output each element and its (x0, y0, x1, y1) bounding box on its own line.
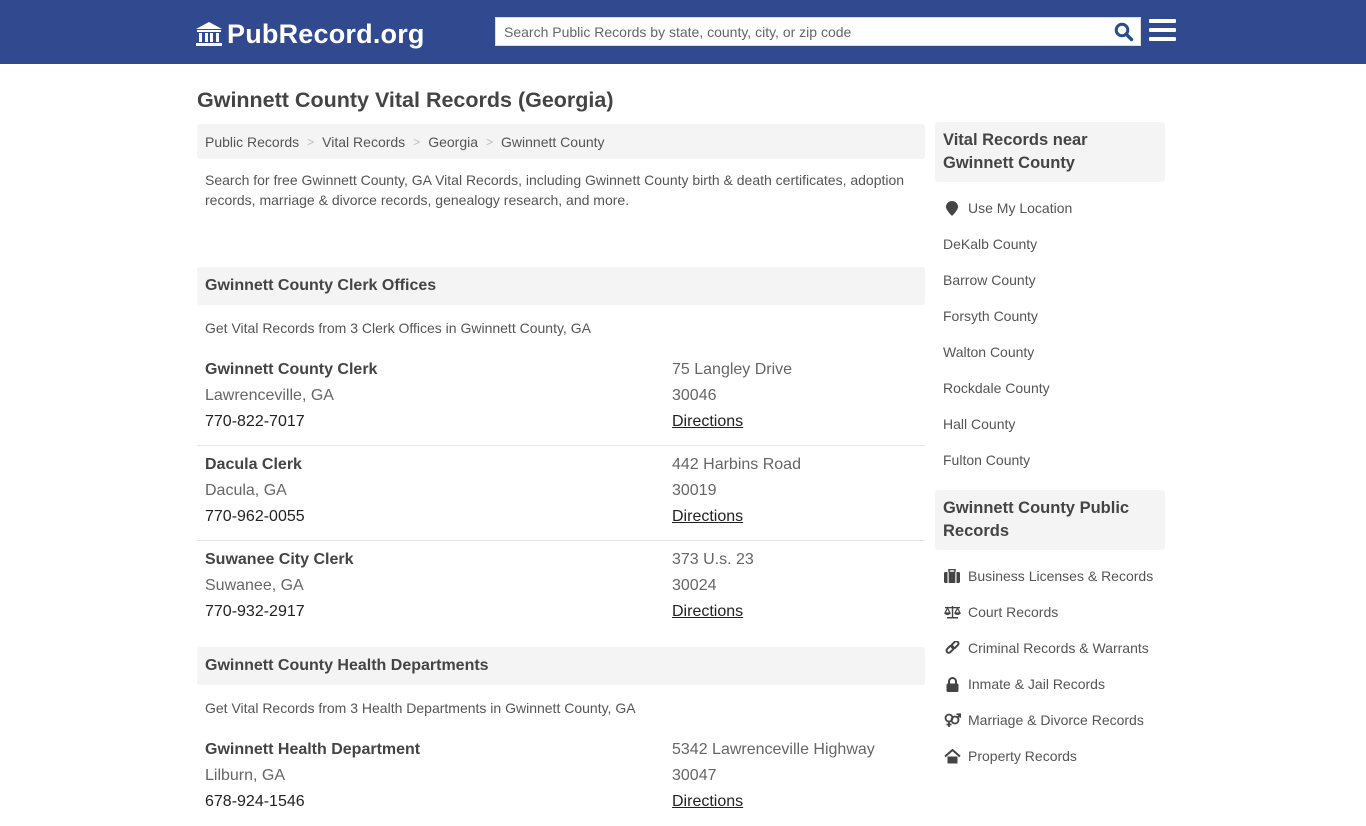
search-icon (1114, 22, 1134, 41)
office-name: Gwinnett County Clerk (205, 361, 378, 378)
gender-icon (943, 712, 961, 728)
clerk-offices-section: Gwinnett County Clerk Offices Get Vital … (197, 267, 925, 647)
sidebar-item-label: Business Licenses & Records (968, 568, 1154, 584)
sidebar-item-business-licenses[interactable]: Business Licenses & Records (935, 558, 1165, 594)
office-zip: 30047 (672, 767, 717, 784)
lock-icon (943, 676, 961, 692)
sidebar-item-label: Inmate & Jail Records (968, 676, 1105, 692)
breadcrumb-gwinnett-county[interactable]: Gwinnett County (501, 134, 605, 150)
courthouse-icon (196, 22, 222, 46)
search-button[interactable] (1108, 18, 1140, 45)
office-entry: Suwanee City Clerk Suwanee, GA 770-932-2… (197, 541, 925, 647)
sidebar-item-court-records[interactable]: Court Records (935, 594, 1165, 630)
directions-link[interactable]: Directions (672, 793, 743, 810)
sidebar-item-label: Property Records (968, 748, 1077, 764)
top-navbar: PubRecord.org (0, 0, 1366, 64)
nearby-county-link[interactable]: Walton County (935, 334, 1165, 370)
nearby-heading: Vital Records near Gwinnett County (935, 122, 1165, 182)
sidebar-item-inmate-records[interactable]: Inmate & Jail Records (935, 666, 1165, 702)
office-phone[interactable]: 678-924-1546 (205, 789, 672, 815)
nearby-county-link[interactable]: Forsyth County (935, 298, 1165, 334)
use-my-location-link[interactable]: Use My Location (935, 190, 1165, 226)
breadcrumb-separator: > (486, 134, 494, 149)
nearby-list: Use My Location DeKalb County Barrow Cou… (935, 182, 1165, 490)
use-my-location-label: Use My Location (968, 200, 1073, 216)
office-name: Dacula Clerk (205, 456, 302, 473)
sidebar: Vital Records near Gwinnett County Use M… (935, 122, 1165, 786)
sidebar-item-marriage-divorce[interactable]: Marriage & Divorce Records (935, 702, 1165, 738)
sidebar-item-label: Criminal Records & Warrants (968, 640, 1149, 656)
office-address: 373 U.s. 23 (672, 551, 754, 568)
section-heading: Gwinnett County Clerk Offices (197, 267, 925, 305)
page-title: Gwinnett County Vital Records (Georgia) (197, 88, 614, 112)
map-marker-icon (943, 200, 961, 216)
public-records-heading: Gwinnett County Public Records (935, 490, 1165, 550)
office-city: Lilburn, GA (205, 767, 286, 784)
breadcrumb-vital-records[interactable]: Vital Records (322, 134, 405, 150)
menu-bar-line (1149, 19, 1176, 23)
health-departments-section: Gwinnett County Health Departments Get V… (197, 647, 925, 826)
breadcrumb-public-records[interactable]: Public Records (205, 134, 299, 150)
sidebar-item-label: Court Records (968, 604, 1059, 620)
office-zip: 30024 (672, 577, 717, 594)
nearby-county-link[interactable]: Rockdale County (935, 370, 1165, 406)
nearby-county-link[interactable]: Barrow County (935, 262, 1165, 298)
office-phone[interactable]: 770-962-0055 (205, 504, 672, 530)
public-records-list: Business Licenses & Records Court Record… (935, 550, 1165, 786)
office-entry: Dacula Clerk Dacula, GA 770-962-0055 442… (197, 446, 925, 541)
office-zip: 30046 (672, 387, 717, 404)
breadcrumb-separator: > (307, 134, 315, 149)
directions-link[interactable]: Directions (672, 508, 743, 525)
menu-bar-line (1149, 28, 1176, 32)
main-content: Public Records > Vital Records > Georgia… (197, 124, 925, 826)
section-heading: Gwinnett County Health Departments (197, 647, 925, 685)
office-phone[interactable]: 770-932-2917 (205, 599, 672, 625)
nearby-county-link[interactable]: Hall County (935, 406, 1165, 442)
sidebar-item-criminal-records[interactable]: Criminal Records & Warrants (935, 630, 1165, 666)
office-address: 5342 Lawrenceville Highway (672, 741, 875, 758)
hamburger-menu-button[interactable] (1149, 19, 1176, 43)
office-city: Lawrenceville, GA (205, 387, 334, 404)
sidebar-item-property-records[interactable]: Property Records (935, 738, 1165, 774)
breadcrumb-separator: > (413, 134, 421, 149)
office-zip: 30019 (672, 482, 717, 499)
logo-text: PubRecord.org (227, 18, 425, 49)
nearby-county-link[interactable]: DeKalb County (935, 226, 1165, 262)
search-input[interactable] (496, 18, 1108, 45)
menu-bar-line (1149, 37, 1176, 41)
breadcrumb-georgia[interactable]: Georgia (428, 134, 478, 150)
office-entry: Gwinnett County Clerk Lawrenceville, GA … (197, 351, 925, 446)
directions-link[interactable]: Directions (672, 603, 743, 620)
office-entry: Gwinnett Health Department Lilburn, GA 6… (197, 731, 925, 826)
breadcrumb: Public Records > Vital Records > Georgia… (197, 124, 925, 159)
office-address: 442 Harbins Road (672, 456, 801, 473)
office-address: 75 Langley Drive (672, 361, 793, 378)
intro-text: Search for free Gwinnett County, GA Vita… (205, 172, 905, 208)
link-icon (943, 640, 961, 656)
briefcase-icon (943, 568, 961, 584)
scales-icon (943, 604, 961, 620)
directions-link[interactable]: Directions (672, 413, 743, 430)
search-bar (495, 17, 1141, 46)
home-icon (943, 748, 961, 764)
office-phone[interactable]: 770-822-7017 (205, 409, 672, 435)
nearby-county-link[interactable]: Fulton County (935, 442, 1165, 478)
office-city: Suwanee, GA (205, 577, 304, 594)
office-name: Suwanee City Clerk (205, 551, 354, 568)
office-name: Gwinnett Health Department (205, 741, 421, 758)
office-city: Dacula, GA (205, 482, 287, 499)
section-subtitle: Get Vital Records from 3 Health Departme… (205, 700, 636, 716)
section-subtitle: Get Vital Records from 3 Clerk Offices i… (205, 320, 591, 336)
sidebar-item-label: Marriage & Divorce Records (968, 712, 1144, 728)
site-logo[interactable]: PubRecord.org (195, 18, 425, 50)
